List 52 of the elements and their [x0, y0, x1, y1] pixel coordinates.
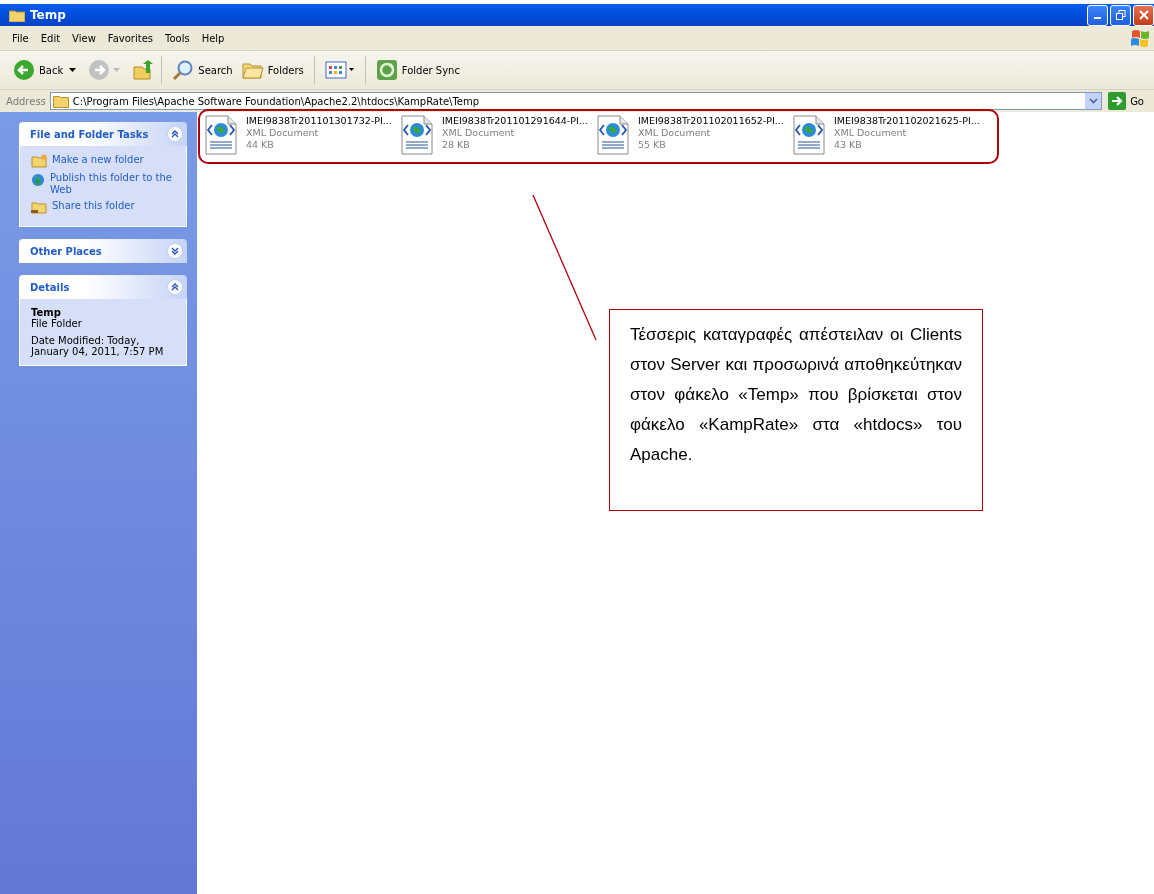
shared-folder-icon — [31, 200, 47, 214]
file-item[interactable]: IMEI9838Tr201101301732-PI... XML Document 44 KB — [204, 115, 400, 158]
address-field[interactable]: C:\Program Files\Apache Software Foundation\Apache2.2\htdocs\KampRate\Temp — [49, 92, 1103, 110]
views-icon — [324, 60, 355, 80]
folders-button[interactable]: Folders — [238, 57, 307, 83]
task-link[interactable]: Share this folder — [52, 200, 135, 212]
caret-icon — [1088, 98, 1098, 104]
xml-document-icon — [596, 115, 630, 155]
menu-item[interactable]: Edit — [34, 32, 67, 44]
restore-icon — [1115, 10, 1126, 20]
file-item[interactable]: IMEI9838Tr201101291644-PI... XML Document 28 KB — [400, 115, 596, 158]
restore-button[interactable] — [1110, 4, 1131, 26]
sync-icon — [375, 59, 398, 81]
task-link[interactable]: Publish this folder to the Web — [49, 172, 178, 196]
search-icon — [172, 59, 195, 81]
go-button[interactable]: Go — [1106, 92, 1154, 110]
close-icon — [1138, 10, 1149, 20]
minimize-button[interactable] — [1087, 4, 1108, 26]
globe-icon — [31, 172, 45, 188]
close-button[interactable] — [1133, 4, 1154, 26]
menu-item[interactable]: Favorites — [101, 32, 159, 44]
folder-sync-button[interactable]: Folder Sync — [372, 57, 463, 83]
details-date-modified: Date Modified: Today, January 04, 2011, 7:57 PM — [31, 335, 165, 357]
details-type: File Folder — [31, 318, 83, 329]
address-label: Address — [6, 95, 46, 107]
panel-header[interactable]: Details — [19, 275, 187, 299]
search-button[interactable]: Search — [169, 57, 236, 83]
menu-item[interactable]: View — [66, 32, 102, 44]
file-item[interactable]: IMEI9838Tr201102011652-PI... XML Document 55 KB — [596, 115, 792, 158]
file-item[interactable]: IMEI9838Tr201102021625-PI... XML Document 43 KB — [792, 115, 988, 158]
windows-logo-icon — [1130, 29, 1150, 47]
folder-icon — [52, 94, 69, 108]
xml-document-icon — [400, 115, 434, 155]
task-link[interactable]: Make a new folder — [52, 154, 144, 166]
menu-item[interactable]: File — [6, 32, 35, 44]
back-button[interactable]: Back — [10, 57, 67, 83]
annotation-callout: Τέσσερις καταγραφές απέστειλαν οι Clients στον Server και προσωρινά αποθηκεύτηκαν στον φάκελο «Temp» που βρίσκεται στον φάκελο «KampRate» στα «htdocs» του Apache. — [609, 309, 983, 511]
minimize-icon — [1094, 17, 1101, 19]
up-folder-icon[interactable] — [132, 59, 155, 81]
new-folder-icon — [31, 154, 47, 168]
menu-item[interactable]: Tools — [159, 32, 196, 44]
folder-icon — [9, 8, 25, 22]
panel-header[interactable]: File and Folder Tasks — [19, 122, 187, 146]
panel-header[interactable]: Other Places — [19, 239, 187, 263]
dropdown-caret-icon — [113, 67, 122, 73]
details-name: Temp — [31, 307, 61, 318]
xml-document-icon — [204, 115, 238, 155]
window-title: Temp — [30, 8, 66, 22]
dropdown-button[interactable] — [1085, 93, 1102, 109]
xml-document-icon — [792, 115, 826, 155]
dropdown-caret-icon — [69, 67, 78, 73]
menu-item[interactable]: Help — [195, 32, 231, 44]
